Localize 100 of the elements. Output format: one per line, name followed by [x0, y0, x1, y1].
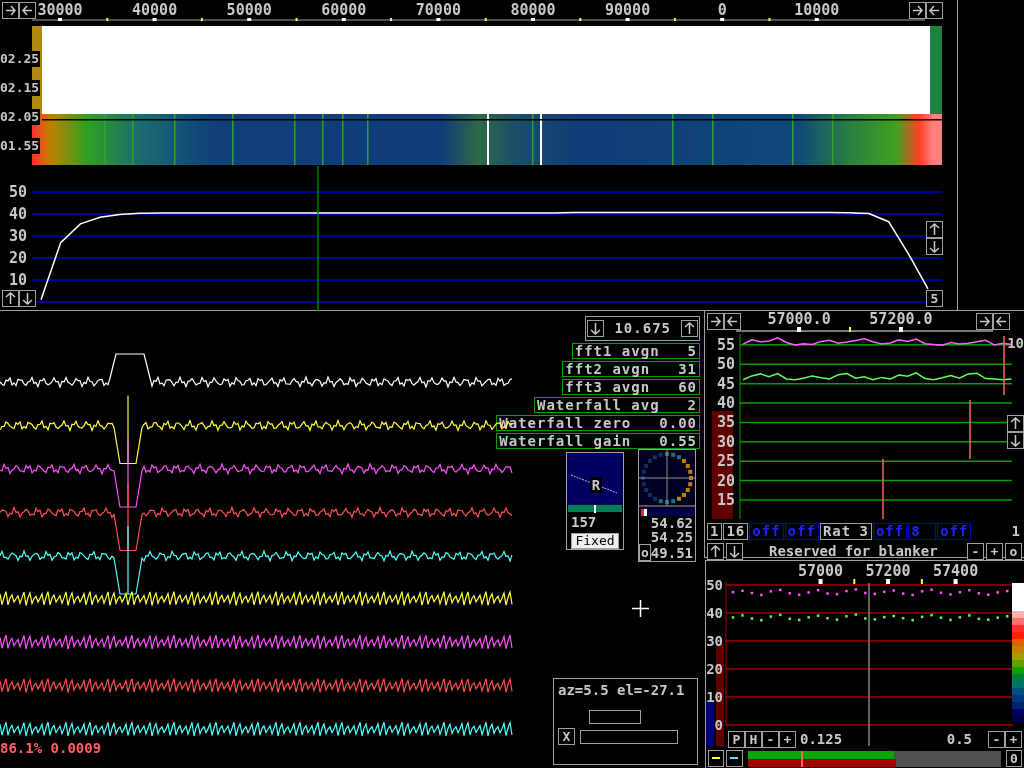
arrow-down-icon	[929, 240, 940, 253]
step-button[interactable]: o	[1005, 543, 1022, 560]
reset-button[interactable]: 0	[1005, 750, 1022, 767]
data-point	[892, 614, 895, 618]
tick-mark	[106, 17, 109, 21]
data-point	[920, 615, 924, 619]
data-point	[939, 616, 943, 619]
step-button[interactable]: +	[986, 543, 1003, 560]
time-label: 02.05	[0, 109, 41, 125]
scale-label: 40000	[132, 1, 178, 19]
scroll-up-button[interactable]	[926, 221, 943, 238]
arrow-right-icon	[710, 315, 721, 328]
zoom-button[interactable]: 5	[926, 290, 943, 307]
level-marker[interactable]	[800, 750, 803, 767]
input-field[interactable]	[580, 729, 678, 744]
data-point	[797, 593, 801, 596]
scroll-up-button[interactable]	[707, 543, 724, 560]
close-button[interactable]: X	[558, 728, 575, 745]
control-button[interactable]: +	[1005, 731, 1022, 748]
control-button[interactable]: P	[728, 731, 745, 748]
data-point	[987, 618, 990, 621]
scroll-up-button[interactable]	[681, 320, 698, 337]
parameter-field[interactable]: fft1 avgn 5	[571, 343, 700, 359]
step-button[interactable]: -	[967, 543, 984, 560]
data-point	[883, 615, 886, 619]
setting-label: Rat	[822, 524, 852, 539]
level-meter	[706, 701, 714, 746]
scroll-left-button[interactable]	[724, 313, 741, 330]
tick-mark	[886, 579, 891, 584]
scroll-right-button[interactable]	[707, 313, 724, 330]
tick-mark	[390, 17, 393, 21]
parameter-field[interactable]: fft2 avgn 31	[562, 361, 700, 377]
scroll-down-button[interactable]	[587, 320, 605, 337]
scroll-up-button[interactable]	[1007, 415, 1024, 432]
data-point	[835, 618, 839, 621]
level-marker[interactable]	[593, 505, 596, 514]
setting-field[interactable]: Rat 3	[819, 523, 872, 540]
scroll-left-button[interactable]	[926, 2, 943, 19]
angle-value: 157	[570, 513, 598, 532]
scroll-down-button[interactable]	[926, 238, 943, 255]
data-point	[958, 590, 962, 594]
axis-label: 20	[8, 249, 27, 267]
data-point	[826, 592, 829, 595]
time-label: 01.55	[0, 138, 41, 154]
data-point	[854, 613, 858, 616]
data-point	[864, 591, 867, 595]
blanker-note: Reserved for blanker	[769, 542, 938, 561]
tick-mark	[673, 17, 676, 21]
reading-value: 49.51	[650, 545, 694, 560]
tick-mark	[797, 327, 802, 332]
parameter-field[interactable]: Waterfall zero 0.00	[496, 415, 700, 431]
mode-button[interactable]: Fixed	[571, 533, 619, 549]
scroll-right-button[interactable]	[2, 2, 19, 19]
data-point	[816, 588, 820, 592]
control-button[interactable]: +	[779, 731, 796, 748]
arrow-up-icon	[684, 322, 695, 335]
position-text: az=5.5 el=-27.1	[558, 683, 686, 697]
data-point	[892, 589, 895, 592]
axis-label: 30	[716, 432, 735, 451]
data-point	[911, 618, 914, 622]
data-point	[968, 614, 971, 617]
parameter-field[interactable]: fft3 avgn 60	[562, 379, 700, 395]
tick-mark	[436, 17, 441, 21]
data-point	[845, 615, 848, 618]
scroll-left-button[interactable]	[19, 2, 36, 19]
data-point	[835, 592, 839, 596]
gain-value: 0.125	[800, 730, 843, 749]
tick-mark	[484, 17, 487, 21]
scale-label: 0	[717, 1, 727, 19]
tick-mark	[152, 17, 157, 21]
scroll-down-button[interactable]	[1007, 432, 1024, 449]
data-point	[930, 613, 933, 617]
parameter-field[interactable]: Waterfall avg 2	[534, 397, 700, 413]
arrow-left-icon	[22, 4, 33, 17]
data-point	[949, 618, 952, 622]
scroll-up-button[interactable]	[2, 290, 19, 307]
tick-mark	[531, 17, 535, 21]
control-button[interactable]: -	[762, 731, 779, 748]
parameter-field[interactable]: Waterfall gain 0.55	[496, 433, 700, 449]
reset-button[interactable]: o	[639, 544, 651, 561]
input-field[interactable]	[589, 710, 641, 724]
tick-mark	[247, 17, 252, 21]
control-button[interactable]: -	[988, 731, 1005, 748]
tick-mark	[295, 17, 298, 21]
setting-value: 8	[911, 524, 921, 539]
data-point	[987, 593, 990, 596]
scale-label: 50000	[226, 1, 272, 19]
scroll-left-button[interactable]	[993, 313, 1010, 330]
data-point	[920, 590, 924, 593]
data-point	[958, 616, 962, 619]
axis-label: 25	[716, 452, 735, 471]
status-text: 86.1% 0.0009	[0, 739, 102, 758]
scroll-down-button[interactable]	[19, 290, 36, 307]
scale-label: 30000	[37, 1, 83, 19]
scroll-right-button[interactable]	[909, 2, 926, 19]
scroll-right-button[interactable]	[976, 313, 993, 330]
control-button[interactable]: H	[745, 731, 762, 748]
data-point	[968, 588, 971, 592]
scroll-down-button[interactable]	[726, 543, 743, 560]
scale-value: 10	[1007, 334, 1024, 353]
